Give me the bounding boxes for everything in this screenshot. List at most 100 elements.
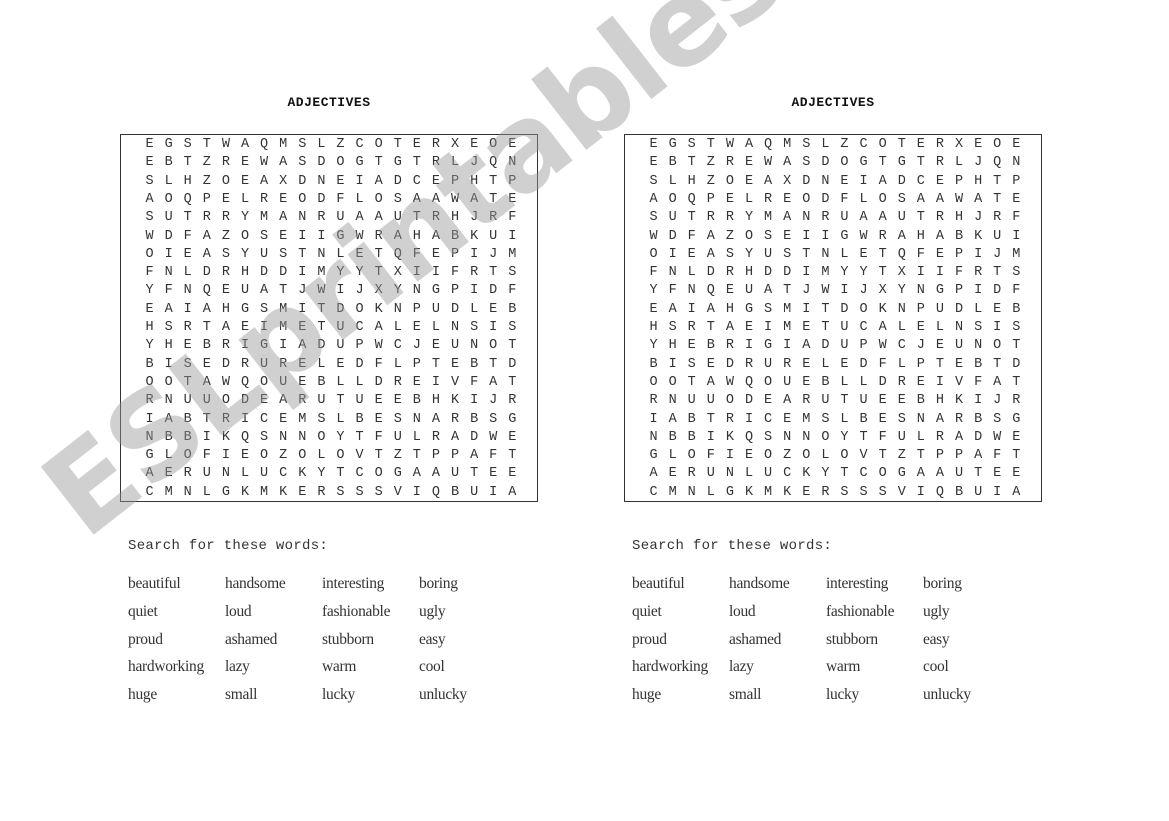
word-item: stubborn: [826, 630, 878, 648]
grid-letter: U: [336, 210, 345, 226]
grid-letter: I: [744, 411, 754, 427]
grid-letter: U: [164, 210, 173, 226]
grid-letter: B: [470, 411, 479, 427]
grid-letter: T: [298, 246, 307, 262]
grid-letter: A: [744, 137, 754, 152]
grid-letter: G: [1012, 411, 1021, 427]
grid-letter: K: [240, 484, 250, 500]
grid-letter: N: [298, 210, 307, 226]
grid-letter: O: [859, 301, 868, 317]
word-item: fashionable: [322, 602, 391, 620]
grid-letter: S: [508, 320, 517, 335]
grid-letter: T: [687, 374, 696, 390]
grid-letter: T: [706, 320, 715, 335]
grid-letter: W: [374, 338, 383, 354]
grid-letter: D: [706, 265, 715, 281]
grid-letter: C: [355, 466, 364, 482]
word-item: ugly: [923, 602, 950, 620]
grid-letter: S: [725, 246, 734, 262]
grid-letter: Z: [840, 137, 849, 152]
word-item: loud: [729, 602, 756, 620]
grid-letter: K: [374, 301, 383, 317]
grid-letter: O: [878, 137, 887, 152]
grid-letter: A: [260, 173, 269, 189]
grid-letter: O: [489, 137, 498, 152]
grid-letter: T: [783, 283, 792, 299]
word-item: loud: [225, 602, 252, 620]
grid-letter: L: [821, 356, 830, 372]
grid-letter: A: [764, 173, 773, 189]
grid-letter: I: [859, 173, 868, 189]
grid-letter: S: [764, 301, 773, 317]
grid-letter: E: [840, 356, 849, 372]
grid-letter: X: [878, 283, 887, 299]
grid-letter: S: [649, 210, 658, 226]
grid-letter: E: [508, 191, 517, 207]
grid-letter: N: [916, 411, 925, 427]
grid-letter: F: [878, 429, 887, 445]
grid-letter: E: [916, 137, 925, 152]
grid-letter: U: [489, 228, 498, 244]
grid-letter: D: [450, 301, 460, 317]
word-search-grid: EGSTWAQMSLZCOTERXEOEEBTZREWASDOGTGTRLJQN…: [120, 134, 538, 502]
grid-letter: R: [145, 393, 154, 409]
grid-letter: J: [298, 283, 307, 299]
grid-letter: S: [859, 484, 868, 500]
grid-letter: E: [725, 283, 734, 299]
grid-letter: C: [355, 320, 364, 335]
grid-letter: D: [336, 301, 345, 317]
grid-letter: A: [935, 191, 944, 207]
grid-letter: N: [725, 466, 734, 482]
grid-letter: O: [336, 448, 345, 464]
grid-letter: D: [393, 173, 402, 189]
grid-letter: B: [183, 429, 192, 445]
grid-letter: A: [878, 210, 887, 226]
grid-letter: W: [355, 228, 364, 244]
grid-letter: E: [764, 393, 773, 409]
grid-letter: E: [145, 155, 154, 171]
grid-letter: T: [1012, 374, 1021, 390]
grid-letter: Y: [649, 283, 658, 299]
grid-letter: V: [450, 374, 460, 390]
grid-letter: M: [279, 137, 288, 152]
grid-letter: X: [374, 283, 383, 299]
grid-letter: R: [183, 320, 192, 335]
grid-letter: Y: [336, 429, 345, 445]
grid-letter: E: [508, 466, 517, 482]
grid-letter: O: [821, 429, 830, 445]
grid-letter: O: [221, 393, 230, 409]
grid-row: NBBIKQSNNOYTFULRADWE: [140, 429, 522, 447]
grid-letter: U: [764, 246, 773, 262]
grid-letter: I: [725, 448, 734, 464]
grid-letter: D: [897, 173, 906, 189]
grid-letter: R: [450, 411, 460, 427]
grid-letter: O: [374, 191, 383, 207]
grid-letter: E: [668, 466, 677, 482]
grid-letter: B: [954, 484, 964, 500]
grid-letter: G: [221, 484, 230, 500]
grid-letter: A: [164, 301, 173, 317]
grid-letter: I: [649, 411, 658, 427]
grid-letter: Q: [744, 429, 754, 445]
grid-letter: E: [298, 320, 307, 335]
grid-letter: U: [954, 466, 964, 482]
grid-letter: C: [764, 411, 773, 427]
grid-letter: P: [954, 246, 964, 262]
grid-letter: S: [393, 191, 402, 207]
grid-letter: S: [764, 228, 773, 244]
grid-letter: G: [508, 411, 517, 427]
grid-letter: L: [336, 246, 345, 262]
word-item: unlucky: [923, 686, 971, 704]
grid-letter: O: [840, 448, 849, 464]
grid-letter: B: [687, 411, 696, 427]
grid-letter: R: [783, 356, 792, 372]
word-item: huge: [632, 686, 661, 704]
grid-letter: B: [450, 484, 460, 500]
grid-letter: R: [470, 265, 479, 281]
grid-letter: G: [240, 301, 250, 317]
grid-letter: S: [221, 246, 230, 262]
grid-letter: N: [783, 429, 792, 445]
grid-letter: D: [802, 173, 811, 189]
grid-letter: T: [183, 210, 192, 226]
grid-letter: H: [145, 320, 154, 335]
